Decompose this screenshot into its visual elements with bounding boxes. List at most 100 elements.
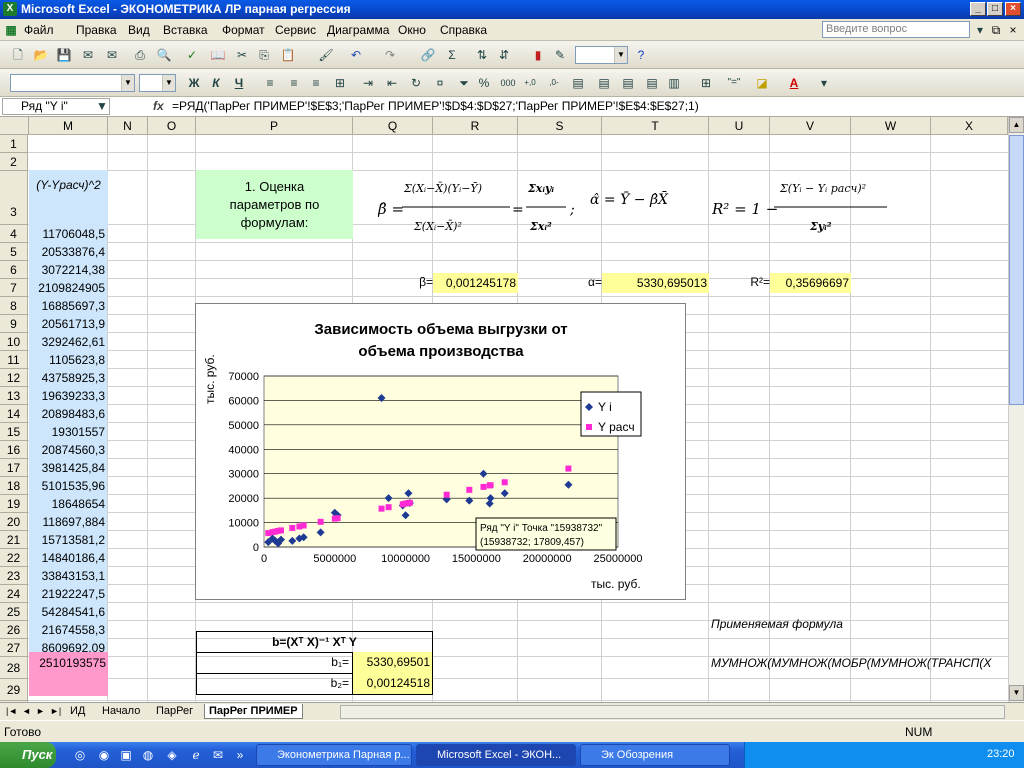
row-header[interactable]: 17 xyxy=(0,459,28,477)
table-icon[interactable]: ▤ xyxy=(570,75,586,91)
equals-icon[interactable]: "=" xyxy=(726,75,742,91)
row-header[interactable]: 24 xyxy=(0,585,28,603)
chart-svg[interactable]: Зависимость объема выгрузки от объема пр… xyxy=(196,304,687,601)
help-icon[interactable]: ? xyxy=(633,47,649,63)
cell-m3-header[interactable]: (Y-Yрасч)^2 xyxy=(29,170,108,228)
row-header[interactable]: 14 xyxy=(0,405,28,423)
data-point-ycalc[interactable] xyxy=(378,505,385,512)
copy-icon[interactable]: ⎘ xyxy=(256,47,272,63)
font-size-combo[interactable]: ▼ xyxy=(139,74,176,92)
menu-file[interactable]: Файл xyxy=(24,23,54,37)
doc-restore-icon[interactable]: ⧉ xyxy=(988,22,1004,38)
sort-asc-icon[interactable]: ⇅ xyxy=(474,47,490,63)
merge-center-icon[interactable]: ⊞ xyxy=(332,75,348,91)
data-point-ycalc[interactable] xyxy=(443,491,450,498)
cell-m-value[interactable]: 20898483,6 xyxy=(29,405,107,423)
menu-edit[interactable]: Правка xyxy=(76,23,117,37)
row-header[interactable]: 3 xyxy=(0,171,28,225)
maximize-button[interactable]: □ xyxy=(987,2,1003,16)
autosum-icon[interactable]: Σ xyxy=(444,47,460,63)
data-point-ycalc[interactable] xyxy=(334,515,341,522)
horizontal-scrollbar[interactable] xyxy=(340,705,1005,719)
font-color-icon[interactable]: A xyxy=(786,75,802,91)
cell-m-value[interactable]: 2109824905 xyxy=(29,279,107,297)
align-right-icon[interactable]: ≡ xyxy=(308,75,324,91)
column-header-n[interactable]: N xyxy=(108,117,148,135)
data-point-ycalc[interactable] xyxy=(275,527,282,534)
font-size-dropdown-icon[interactable]: ▼ xyxy=(162,75,175,91)
row-header[interactable]: 13 xyxy=(0,387,28,405)
column-header-q[interactable]: Q xyxy=(353,117,433,135)
row-header[interactable]: 6 xyxy=(0,261,28,279)
column-header-s[interactable]: S xyxy=(518,117,602,135)
chart-wizard-icon[interactable]: ▮ xyxy=(530,47,546,63)
cut-icon[interactable]: ✂ xyxy=(234,47,250,63)
quicklaunch-opera-icon[interactable]: ◎ xyxy=(72,747,88,763)
formula-input[interactable]: =РЯД('ПарРег ПРИМЕР'!$E$3;'ПарРег ПРИМЕР… xyxy=(172,99,699,113)
column-header-t[interactable]: T xyxy=(602,117,709,135)
cell-m-value[interactable]: 33843153,1 xyxy=(29,567,107,585)
tab-id[interactable]: ИД xyxy=(66,704,89,719)
paste-icon[interactable]: 📋 xyxy=(280,47,296,63)
insert-function-icon[interactable]: fx xyxy=(153,99,164,113)
estimate-label-cell[interactable]: 1. Оценка параметров по формулам: xyxy=(196,170,353,239)
row-header[interactable]: 10 xyxy=(0,333,28,351)
save-icon[interactable]: 💾 xyxy=(56,47,72,63)
outdent-icon[interactable]: ⇤ xyxy=(384,75,400,91)
cell-m-value[interactable]: 18648654 xyxy=(29,495,107,513)
cell-m-value[interactable]: 21922247,5 xyxy=(29,585,107,603)
column-header-o[interactable]: O xyxy=(148,117,196,135)
data-point-ycalc[interactable] xyxy=(300,522,307,529)
row-header[interactable]: 16 xyxy=(0,441,28,459)
cell-m-value[interactable]: 54284541,6 xyxy=(29,603,107,621)
filter-icon[interactable]: ⏷ xyxy=(456,75,472,91)
row-header[interactable]: 9 xyxy=(0,315,28,333)
cell-m-value[interactable]: 19301557 xyxy=(29,423,107,441)
legend-marker-ycalc[interactable] xyxy=(586,424,592,430)
font-combo[interactable]: ▼ xyxy=(10,74,135,92)
column-header-p[interactable]: P xyxy=(196,117,353,135)
data-point-ycalc[interactable] xyxy=(289,524,296,531)
row-header[interactable]: 22 xyxy=(0,549,28,567)
rotate-icon[interactable]: ↻ xyxy=(408,75,424,91)
applied-formula-text[interactable]: МУМНОЖ(МУМНОЖ(МОБР(МУМНОЖ(ТРАНСП(X xyxy=(711,656,991,670)
sort-desc-icon[interactable]: ⇵ xyxy=(496,47,512,63)
email-icon[interactable]: ✉ xyxy=(104,47,120,63)
row-header[interactable]: 15 xyxy=(0,423,28,441)
open-icon[interactable]: 📂 xyxy=(33,47,49,63)
cell-m29-total[interactable]: 2510193575 xyxy=(29,652,108,674)
taskbar-word-button[interactable]: Эконометрика Парная р... xyxy=(256,744,412,766)
b1-value-cell[interactable]: 5330,69501 xyxy=(353,652,433,674)
quicklaunch-outlook-icon[interactable]: ✉ xyxy=(210,747,226,763)
decrease-decimal-icon[interactable]: ,0- xyxy=(546,75,562,91)
data-point-ycalc[interactable] xyxy=(480,483,487,490)
column-header-m[interactable]: M xyxy=(29,117,108,135)
row-header[interactable]: 18 xyxy=(0,477,28,495)
select-all-corner[interactable] xyxy=(0,117,29,135)
row-header[interactable]: 2 xyxy=(0,153,28,171)
scroll-down-icon[interactable]: ▼ xyxy=(1009,685,1024,701)
cell-m-value[interactable]: 118697,884 xyxy=(29,513,107,531)
row-header[interactable]: 5 xyxy=(0,243,28,261)
align-center-icon[interactable]: ≡ xyxy=(286,75,302,91)
hyperlink-icon[interactable]: 🔗 xyxy=(420,47,436,63)
row-header[interactable]: 12 xyxy=(0,369,28,387)
minimize-button[interactable]: _ xyxy=(970,2,986,16)
column-header-r[interactable]: R xyxy=(433,117,518,135)
row-header[interactable]: 20 xyxy=(0,513,28,531)
data-point-ycalc[interactable] xyxy=(466,486,473,493)
scroll-up-icon[interactable]: ▲ xyxy=(1009,117,1024,133)
zoom-combo[interactable]: ▼ xyxy=(575,46,628,64)
start-button[interactable]: Пуск xyxy=(0,742,56,768)
row-header[interactable]: 1 xyxy=(0,135,28,153)
row-header[interactable]: 28 xyxy=(0,657,28,679)
alpha-value-cell[interactable]: 5330,695013 xyxy=(602,273,709,293)
drawing-icon[interactable]: ✎ xyxy=(552,47,568,63)
borders-icon[interactable]: ⊞ xyxy=(698,75,714,91)
tab-parreg[interactable]: ПарРег xyxy=(152,704,197,719)
data-point-ycalc[interactable] xyxy=(385,504,392,511)
scroll-thumb[interactable] xyxy=(1009,135,1024,405)
underline-icon[interactable]: Ч xyxy=(231,75,247,91)
menu-format[interactable]: Формат xyxy=(222,23,265,37)
cell-m-value[interactable]: 14840186,4 xyxy=(29,549,107,567)
